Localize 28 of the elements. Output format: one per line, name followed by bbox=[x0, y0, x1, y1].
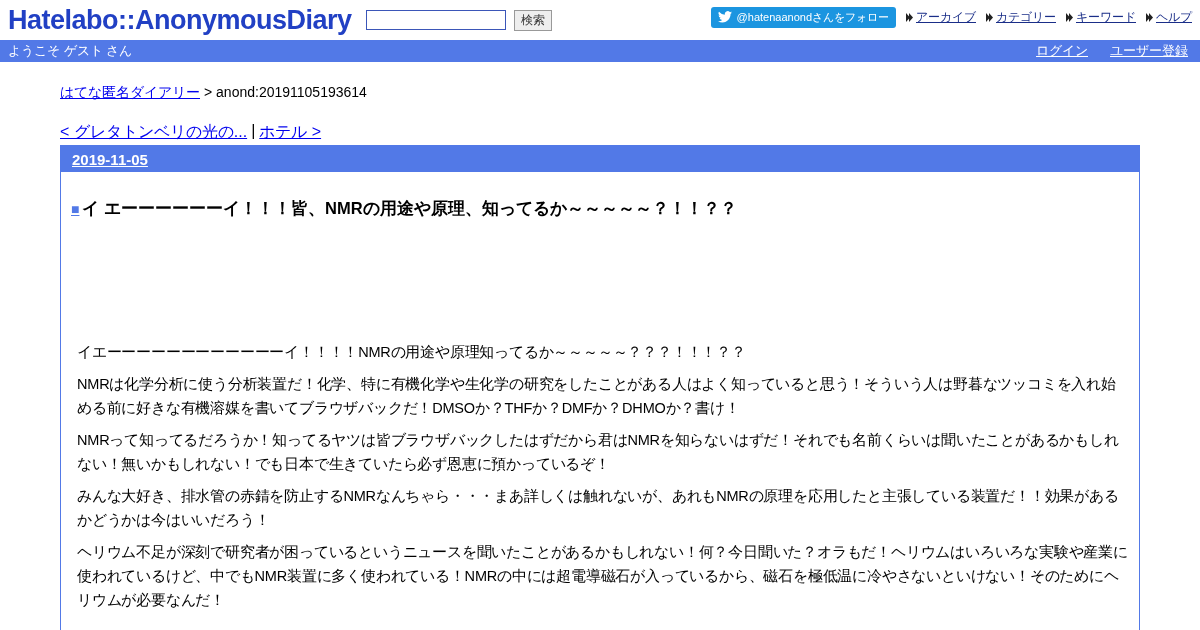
body-paragraph: イエーーーーーーーーーーーーイ！！！！NMRの用途や原理知ってるか～～～～～？？？！！！？？ bbox=[77, 343, 747, 362]
permalink-mark[interactable]: ■ bbox=[71, 201, 80, 217]
entry-title: イ エーーーーーーイ！！！皆、NMRの用途や原理、知ってるか～～～～～？！！？？ bbox=[82, 198, 737, 219]
nav-link[interactable]: アーカイブ bbox=[916, 8, 976, 26]
user-link[interactable]: ユーザー登録 bbox=[1110, 42, 1188, 60]
welcome-text: ようこそ ゲスト さん bbox=[8, 42, 133, 60]
date-link[interactable]: 2019-11-05 bbox=[72, 150, 148, 168]
nav-link[interactable]: キーワード bbox=[1076, 8, 1136, 26]
pager-separator: | bbox=[251, 122, 256, 141]
next-link[interactable]: ホテル > bbox=[259, 122, 322, 143]
chevron-icon bbox=[986, 12, 993, 22]
chevron-icon bbox=[906, 12, 913, 22]
search-field[interactable] bbox=[365, 10, 506, 30]
breadcrumb-link[interactable]: はてな匿名ダイアリー bbox=[60, 84, 200, 102]
body-paragraph: NMRは化学分析に使う分析装置だ！化学、特に有機化学や生化学の研究をしたことがある人はよく知っていると思う！そういう人は野暮なツッコミを入れ始める前に好きな有機溶媒を書いてブラウザバックだ！DMSOか？THFか？DMFか？DHMOか？書け！ bbox=[77, 375, 1117, 418]
site-logo[interactable]: Hatelabo::AnonymousDiary bbox=[8, 4, 352, 36]
nav-link[interactable]: カテゴリー bbox=[996, 8, 1056, 26]
body-paragraph: ヘリウム不足が深刻で研究者が困っているというニュースを聞いたことがあるかもしれない！何？今日聞いた？オラもだ！ヘリウムはいろいろな実験や産業に使われているけど、中でもNMR装置に多く使われている！NMRの中には超電導磁石が入っているから、磁石を極低温に冷やさないといけない！そのためにヘリウムが必要なんだ！ bbox=[77, 543, 1129, 610]
body-paragraph: みんな大好き、排水管の赤錆を防止するNMRなんちゃら・・・まあ詳しくは触れないが、あれもNMRの原理を応用したと主張している装置だ！！効果があるかどうかは今はいいだろう！ bbox=[77, 487, 1120, 530]
search-button[interactable]: 検索 bbox=[513, 9, 552, 31]
body-paragraph: NMRって知ってるだろうか！知ってるヤツは皆ブラウザバックしたはずだから君はNMRを知らないはずだ！それでも名前くらいは聞いたことがあるかもしれない！無いかもしれない！でも日本で生きていたら必ず恩恵に預かっているぞ！ bbox=[77, 431, 1120, 474]
breadcrumb-current: > anond:20191105193614 bbox=[204, 84, 367, 102]
chevron-icon bbox=[1066, 12, 1073, 22]
user-link[interactable]: ログイン bbox=[1036, 42, 1088, 60]
bird-icon bbox=[717, 11, 732, 23]
chevron-icon bbox=[1146, 12, 1153, 22]
nav-link[interactable]: ヘルプ bbox=[1156, 8, 1192, 26]
prev-link[interactable]: < グレタトンベリの光の... bbox=[60, 122, 248, 143]
